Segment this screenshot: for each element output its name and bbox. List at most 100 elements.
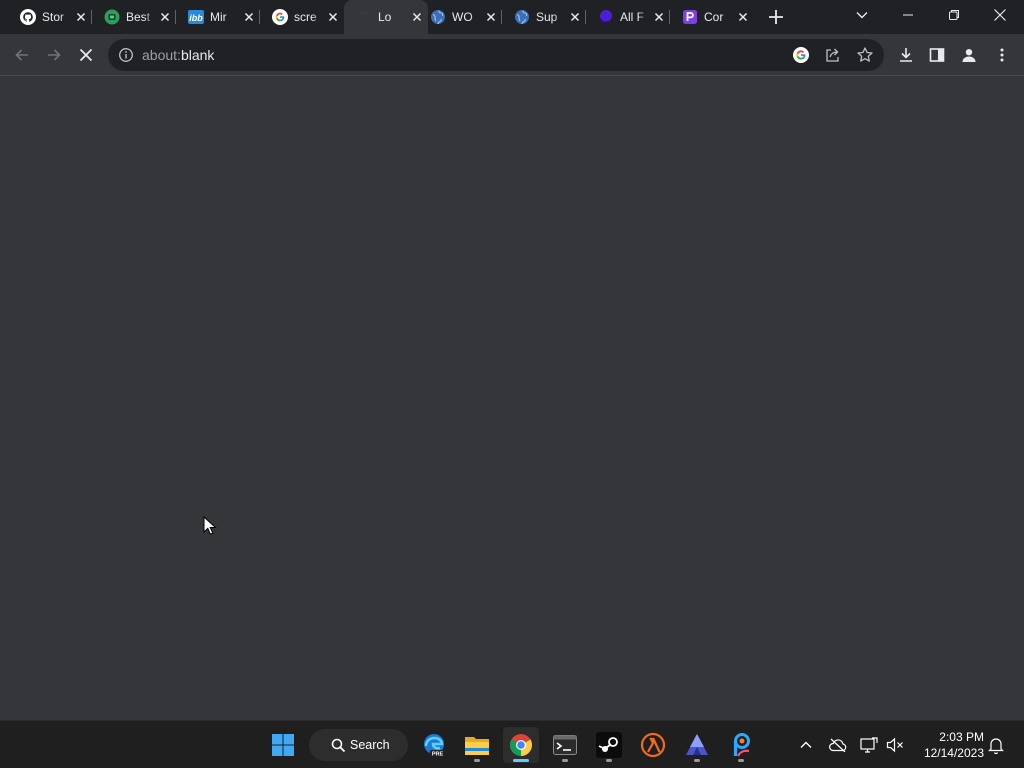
purple-circle-icon bbox=[599, 10, 612, 24]
back-button[interactable] bbox=[11, 44, 33, 66]
downloads-button[interactable] bbox=[895, 44, 917, 66]
tab-cor[interactable]: Cor bbox=[670, 0, 754, 34]
clock-time: 2:03 PM bbox=[939, 730, 984, 744]
start-button[interactable] bbox=[265, 727, 301, 763]
volume-tray-button[interactable] bbox=[885, 735, 905, 755]
affinity-icon bbox=[686, 734, 708, 755]
taskbar-app-affinity[interactable] bbox=[679, 727, 715, 763]
restore-icon bbox=[949, 10, 959, 20]
download-icon bbox=[900, 48, 912, 62]
github-icon bbox=[20, 9, 36, 25]
taskbar-app-terminal[interactable] bbox=[547, 727, 583, 763]
minimize-button[interactable] bbox=[886, 0, 930, 30]
running-indicator bbox=[738, 759, 744, 762]
profile-button[interactable] bbox=[958, 44, 980, 66]
taskbar-search[interactable]: Search bbox=[309, 729, 408, 761]
close-tab-icon[interactable] bbox=[484, 10, 498, 24]
taskbar-app-chrome[interactable] bbox=[503, 727, 539, 763]
network-tray-button[interactable] bbox=[859, 735, 879, 755]
show-hidden-icons-button[interactable] bbox=[796, 735, 816, 755]
search-icon bbox=[331, 738, 346, 753]
taskbar-app-picsart[interactable] bbox=[723, 727, 759, 763]
tab-title: Cor bbox=[704, 10, 724, 24]
p-logo-icon bbox=[683, 10, 697, 24]
file-explorer-icon bbox=[465, 737, 489, 755]
svg-text:PRE: PRE bbox=[432, 752, 444, 758]
steam-icon bbox=[596, 732, 622, 758]
notifications-button[interactable] bbox=[986, 735, 1006, 755]
tab-google[interactable]: scre bbox=[260, 0, 344, 34]
chrome-icon bbox=[510, 734, 532, 756]
tab-active-loading[interactable]: Lo bbox=[344, 0, 428, 34]
url-host: blank bbox=[180, 47, 215, 63]
clock-date: 12/14/2023 bbox=[923, 746, 984, 760]
restore-button[interactable] bbox=[932, 0, 976, 30]
new-tab-button[interactable] bbox=[766, 7, 786, 27]
address-bar[interactable]: about:blank bbox=[108, 39, 884, 71]
mouse-cursor-icon bbox=[203, 516, 217, 535]
share-icon[interactable] bbox=[824, 46, 842, 64]
onedrive-tray-button[interactable] bbox=[828, 735, 848, 755]
picsart-icon bbox=[733, 733, 750, 757]
search-label: Search bbox=[350, 738, 390, 752]
tab-title: Best bbox=[126, 10, 151, 24]
side-panel-button[interactable] bbox=[926, 44, 948, 66]
tab-all[interactable]: All F bbox=[586, 0, 670, 34]
green-app-icon bbox=[104, 9, 120, 25]
network-monitor-icon bbox=[860, 737, 878, 753]
close-tab-icon[interactable] bbox=[74, 10, 88, 24]
tab-wo[interactable]: WO bbox=[418, 0, 502, 34]
profile-avatar-icon bbox=[962, 49, 976, 62]
active-indicator bbox=[513, 759, 529, 762]
url-text[interactable]: about:blank bbox=[142, 47, 214, 63]
globe-icon bbox=[431, 10, 445, 25]
tab-sup[interactable]: Sup bbox=[502, 0, 586, 34]
close-tab-icon[interactable] bbox=[326, 10, 340, 24]
bookmark-star-icon[interactable] bbox=[856, 46, 874, 64]
more-vert-icon bbox=[1000, 48, 1004, 62]
tab-best[interactable]: Best bbox=[92, 0, 176, 34]
tab-mir[interactable]: ibb Mir bbox=[176, 0, 260, 34]
svg-text:ibb: ibb bbox=[189, 13, 203, 23]
forward-button[interactable] bbox=[43, 44, 65, 66]
tab-github[interactable]: Stor bbox=[8, 0, 92, 34]
taskbar-clock[interactable]: 2:03 PM 12/14/2023 bbox=[912, 729, 984, 761]
taskbar: Search PRE 2:03 PM 12/14/2023 bbox=[0, 720, 1024, 768]
bell-icon bbox=[988, 738, 1004, 754]
tab-search-button[interactable] bbox=[840, 0, 884, 30]
close-tab-icon[interactable] bbox=[242, 10, 256, 24]
google-lens-icon[interactable] bbox=[792, 46, 810, 64]
arrow-left-icon bbox=[15, 49, 28, 61]
menu-button[interactable] bbox=[991, 44, 1013, 66]
minimize-icon bbox=[903, 14, 913, 16]
volume-muted-icon bbox=[886, 737, 903, 753]
edge-preview-icon: PRE bbox=[424, 734, 445, 758]
terminal-icon bbox=[553, 735, 577, 755]
taskbar-app-file-explorer[interactable] bbox=[459, 727, 495, 763]
ibb-icon: ibb bbox=[188, 10, 204, 24]
page-viewport[interactable] bbox=[0, 77, 1024, 720]
close-icon bbox=[994, 9, 1006, 21]
close-tab-icon[interactable] bbox=[158, 10, 172, 24]
running-indicator bbox=[474, 759, 480, 762]
tab-title: WO bbox=[452, 10, 473, 24]
tab-title: Stor bbox=[42, 10, 65, 24]
url-scheme: about: bbox=[142, 47, 181, 63]
taskbar-app-edge-preview[interactable]: PRE bbox=[416, 727, 452, 763]
taskbar-app-steam[interactable] bbox=[591, 727, 627, 763]
close-tab-icon[interactable] bbox=[568, 10, 582, 24]
stop-loading-button[interactable] bbox=[75, 44, 97, 66]
tab-title: All F bbox=[620, 10, 644, 24]
half-life-icon bbox=[640, 732, 666, 758]
close-tab-icon[interactable] bbox=[652, 10, 666, 24]
running-indicator bbox=[606, 759, 612, 762]
close-window-button[interactable] bbox=[978, 0, 1022, 30]
browser-toolbar: about:blank bbox=[0, 34, 1024, 76]
info-icon[interactable] bbox=[118, 47, 134, 63]
chevron-up-icon bbox=[800, 741, 812, 748]
windows-logo-icon bbox=[272, 734, 294, 756]
taskbar-app-half-life[interactable] bbox=[635, 727, 671, 763]
cloud-offline-icon bbox=[829, 738, 847, 752]
close-tab-icon[interactable] bbox=[736, 10, 750, 24]
tab-title: Sup bbox=[536, 10, 558, 24]
